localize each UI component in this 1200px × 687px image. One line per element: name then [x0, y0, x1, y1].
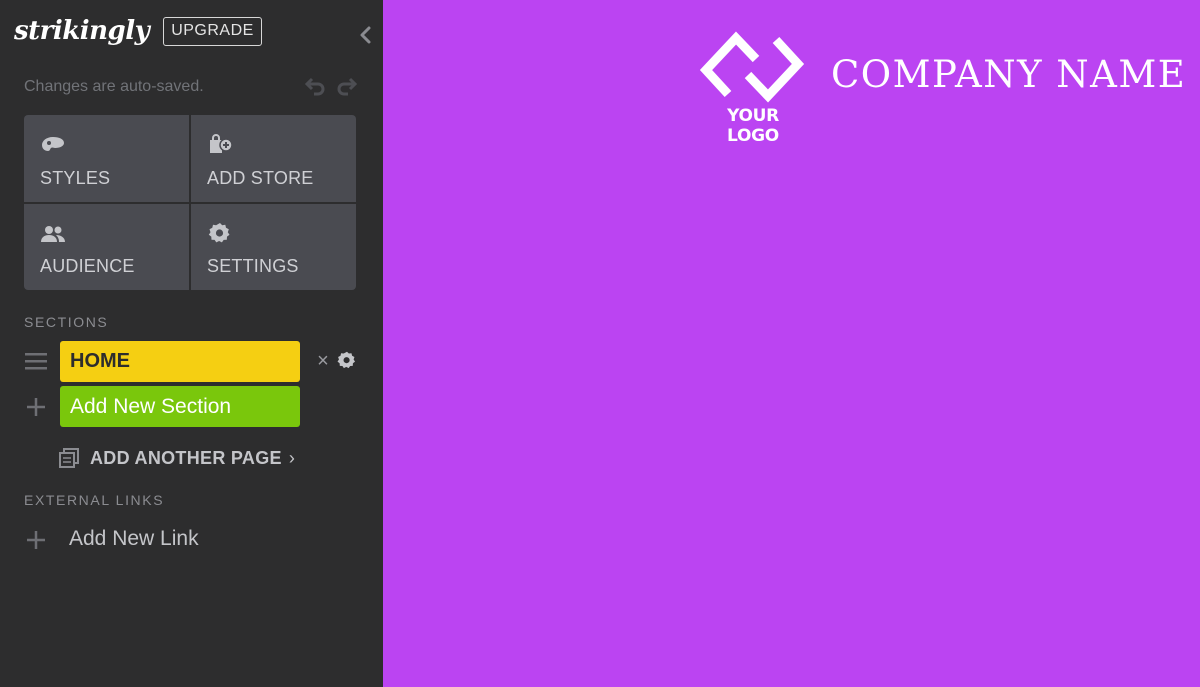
styles-tool-button[interactable]: STYLES: [24, 115, 189, 202]
add-another-page-label: ADD ANOTHER PAGE: [90, 447, 282, 468]
upgrade-button[interactable]: UPGRADE: [163, 16, 262, 46]
external-links-heading: EXTERNAL LINKS: [24, 492, 165, 508]
drag-handle-icon[interactable]: [24, 350, 48, 372]
tools-grid: STYLES ADD STORE AUDIENCE SETTINGS: [24, 115, 356, 290]
add-section-row: Add New Section: [24, 386, 304, 427]
editor-sidebar: strikingly UPGRADE Changes are auto-save…: [0, 0, 383, 687]
palette-icon: [42, 137, 64, 151]
section-settings-icon[interactable]: [336, 350, 358, 372]
site-preview-canvas[interactable]: YOUR LOGO COMPANY NAME: [383, 0, 1200, 687]
plus-icon[interactable]: [24, 395, 48, 419]
add-new-link-label: Add New Link: [69, 527, 199, 550]
remove-section-icon[interactable]: ×: [314, 350, 332, 372]
store-bag-icon: [210, 134, 233, 153]
pages-icon: [59, 448, 79, 468]
audience-tool-button[interactable]: AUDIENCE: [24, 203, 189, 290]
settings-tool-button[interactable]: SETTINGS: [191, 203, 356, 290]
settings-label: SETTINGS: [207, 256, 299, 276]
audience-label: AUDIENCE: [40, 256, 135, 276]
redo-icon[interactable]: [336, 76, 358, 96]
add-store-tool-button[interactable]: ADD STORE: [191, 115, 356, 202]
company-name-text[interactable]: COMPANY NAME: [831, 53, 1186, 96]
add-store-label: ADD STORE: [207, 167, 314, 188]
chevron-right-icon: ›: [288, 447, 295, 468]
people-icon: [41, 225, 65, 242]
plus-icon: [27, 531, 45, 549]
strikingly-logo[interactable]: strikingly: [14, 14, 150, 48]
add-new-link-row[interactable]: Add New Link: [24, 525, 304, 555]
collapse-sidebar-button[interactable]: [356, 24, 374, 46]
chevron-left-icon: [360, 26, 370, 44]
add-another-page-link[interactable]: ADD ANOTHER PAGE ›: [58, 447, 295, 469]
undo-redo-controls: [304, 76, 358, 96]
styles-label: STYLES: [40, 167, 111, 188]
gear-icon: [208, 222, 230, 242]
autosave-status: Changes are auto-saved.: [24, 78, 204, 95]
add-new-section-button[interactable]: Add New Section: [60, 386, 300, 427]
home-section-button[interactable]: HOME: [60, 341, 300, 382]
sections-heading: SECTIONS: [24, 314, 109, 330]
logo-mark-icon[interactable]: [700, 28, 804, 106]
undo-icon[interactable]: [304, 76, 326, 96]
brand-header: strikingly UPGRADE: [14, 14, 262, 48]
section-row-home: HOME ×: [24, 341, 364, 382]
your-logo-text[interactable]: YOUR LOGO: [703, 106, 803, 146]
